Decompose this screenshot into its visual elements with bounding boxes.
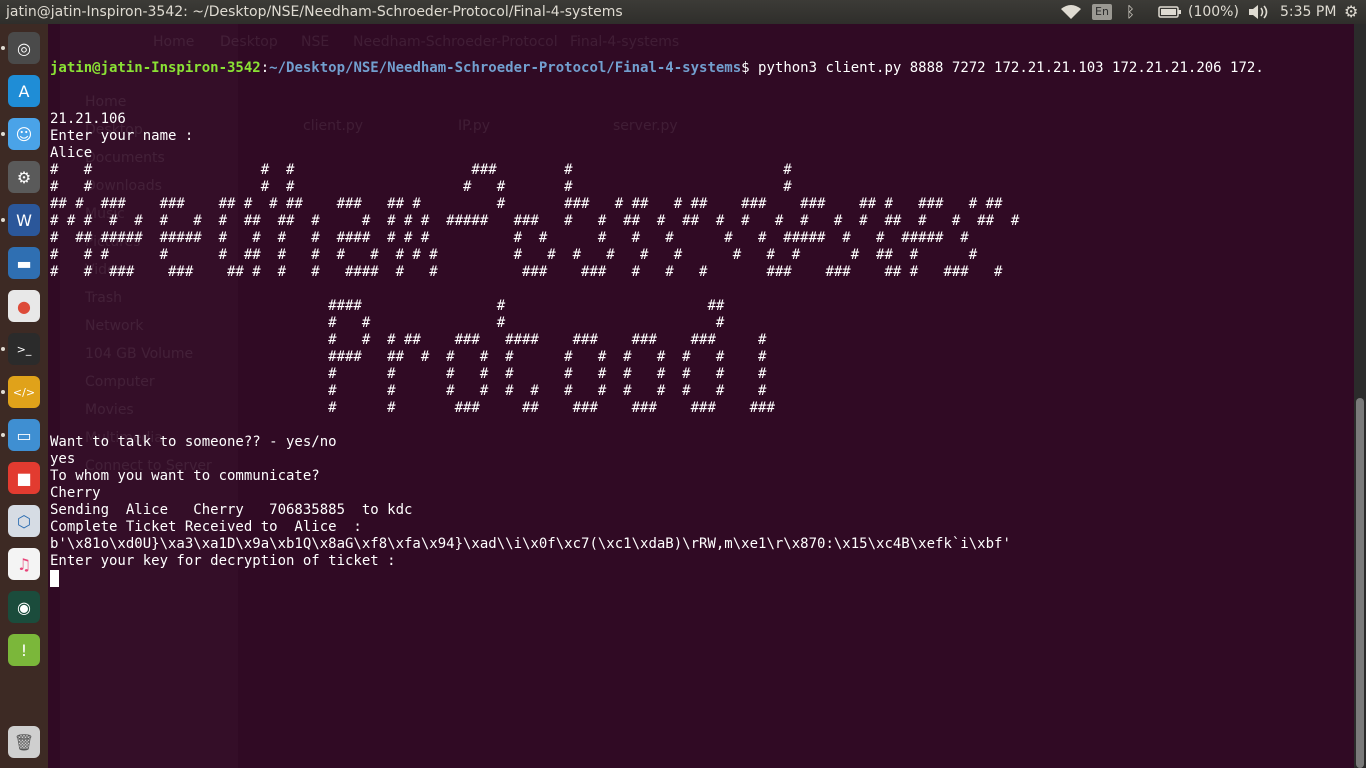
output-line: Cherry bbox=[50, 485, 101, 501]
window-title: jatin@jatin-Inspiron-3542: ~/Desktop/NSE… bbox=[6, 4, 623, 20]
running-indicator bbox=[1, 390, 5, 394]
output-line: Complete Ticket Received to Alice : bbox=[50, 519, 362, 535]
running-indicator bbox=[1, 433, 5, 437]
input-line[interactable] bbox=[50, 570, 1264, 587]
output-line: # # ### ### ## # # # #### # # ### ### # … bbox=[50, 264, 1003, 280]
prompt-command: $ python3 client.py 8888 7272 172.21.21.… bbox=[741, 60, 1264, 76]
output-line: # # # # # ## # # # # # # # # # # # # # #… bbox=[50, 247, 978, 263]
finder-icon[interactable]: ☺ bbox=[8, 118, 40, 150]
keyboard-layout-icon[interactable]: En bbox=[1092, 0, 1112, 24]
output-line: Alice bbox=[50, 145, 93, 161]
word-icon[interactable]: W bbox=[8, 204, 40, 236]
output-line: 21.21.106 bbox=[50, 111, 126, 127]
running-indicator bbox=[1, 218, 5, 222]
output-line: Want to talk to someone?? - yes/no bbox=[50, 434, 337, 450]
output-line: #### # ## bbox=[50, 298, 725, 314]
text-cursor bbox=[50, 570, 59, 587]
output-line: # # # # # # # # # # # # bbox=[50, 366, 767, 382]
volume-icon[interactable] bbox=[1248, 0, 1270, 24]
system-settings-icon[interactable]: ⚙ bbox=[8, 161, 40, 193]
keyboard-layout-label: En bbox=[1092, 4, 1112, 20]
output-line: # # # ## ### #### ### ### ### # bbox=[50, 332, 767, 348]
prompt-user: jatin@jatin-Inspiron-3542 bbox=[50, 60, 261, 76]
output-line: To whom you want to communicate? bbox=[50, 468, 320, 484]
tor-icon[interactable]: ◉ bbox=[8, 591, 40, 623]
terminal-scrollbar[interactable] bbox=[1354, 24, 1366, 768]
virtualbox-icon[interactable]: ⬡ bbox=[8, 505, 40, 537]
top-panel: jatin@jatin-Inspiron-3542: ~/Desktop/NSE… bbox=[0, 0, 1366, 24]
trash-icon[interactable]: 🗑 bbox=[8, 726, 40, 758]
app-store-icon[interactable]: A bbox=[8, 75, 40, 107]
output-line: # # ### ## ### ### ### ### bbox=[50, 400, 775, 416]
output-line: # # # # bbox=[50, 315, 725, 331]
terminal-window[interactable]: Home Desktop Documents Downloads Music Pictur… bbox=[48, 24, 1354, 768]
prompt-path: ~/Desktop/NSE/Needham-Schroeder-Protocol… bbox=[269, 60, 742, 76]
ubuntu-dash-icon[interactable]: ◎ bbox=[8, 32, 40, 64]
output-line: Enter your name : bbox=[50, 128, 194, 144]
output-line: # ## ##### ##### # # # # #### # # # # # … bbox=[50, 230, 969, 246]
output-line: Sending Alice Cherry 706835885 to kdc bbox=[50, 502, 413, 518]
chrome-icon[interactable]: ● bbox=[8, 290, 40, 322]
output-line: ## # ### ### ## # # ## ### ## # # ### # … bbox=[50, 196, 1003, 212]
terminal-icon[interactable]: >_ bbox=[8, 333, 40, 365]
bluetooth-icon[interactable]: ᛒ bbox=[1126, 0, 1135, 24]
output-line: # # # # # # # # # # # # # bbox=[50, 383, 767, 399]
output-line: # # # # # # # # bbox=[50, 179, 792, 195]
code-editor-icon[interactable]: </> bbox=[8, 376, 40, 408]
video-record-icon[interactable]: ■ bbox=[8, 462, 40, 494]
wifi-icon[interactable] bbox=[1060, 0, 1082, 24]
output-line: b'\x81o\xd0U}\xa3\xa1D\x9a\xb1Q\x8aG\xf8… bbox=[50, 536, 1011, 552]
output-line: # # # # # # # # ## ## # # # # # ##### ##… bbox=[50, 213, 1020, 229]
output-line: yes bbox=[50, 451, 76, 467]
output-line: # # # # ### # # bbox=[50, 162, 792, 178]
battery-icon[interactable] bbox=[1158, 0, 1182, 24]
battery-percent: (100%) bbox=[1188, 4, 1239, 20]
system-menu-icon[interactable]: ⚙ bbox=[1344, 0, 1358, 24]
scroll-thumb[interactable] bbox=[1356, 398, 1364, 768]
output-line: #### ## # # # # # # # # # # # bbox=[50, 349, 767, 365]
music-icon[interactable]: ♫ bbox=[8, 548, 40, 580]
android-installer-icon[interactable]: ! bbox=[8, 634, 40, 666]
output-line: Enter your key for decryption of ticket … bbox=[50, 553, 396, 569]
launcher: ◎ A ☺ ⚙ W ▬ ● >_ </> ▭ ■ ⬡ ♫ ◉! 🗑 bbox=[0, 24, 48, 768]
running-indicator bbox=[1, 132, 5, 136]
running-indicator bbox=[1, 46, 5, 50]
prompt-line: jatin@jatin-Inspiron-3542:~/Desktop/NSE/… bbox=[50, 60, 1264, 77]
disk-icon[interactable]: ▬ bbox=[8, 247, 40, 279]
clock[interactable]: 5:35 PM bbox=[1280, 0, 1336, 24]
prompt-separator: : bbox=[260, 60, 270, 76]
terminal-output: jatin@jatin-Inspiron-3542:~/Desktop/NSE/… bbox=[50, 26, 1264, 587]
running-indicator bbox=[1, 347, 5, 351]
files-icon[interactable]: ▭ bbox=[8, 419, 40, 451]
